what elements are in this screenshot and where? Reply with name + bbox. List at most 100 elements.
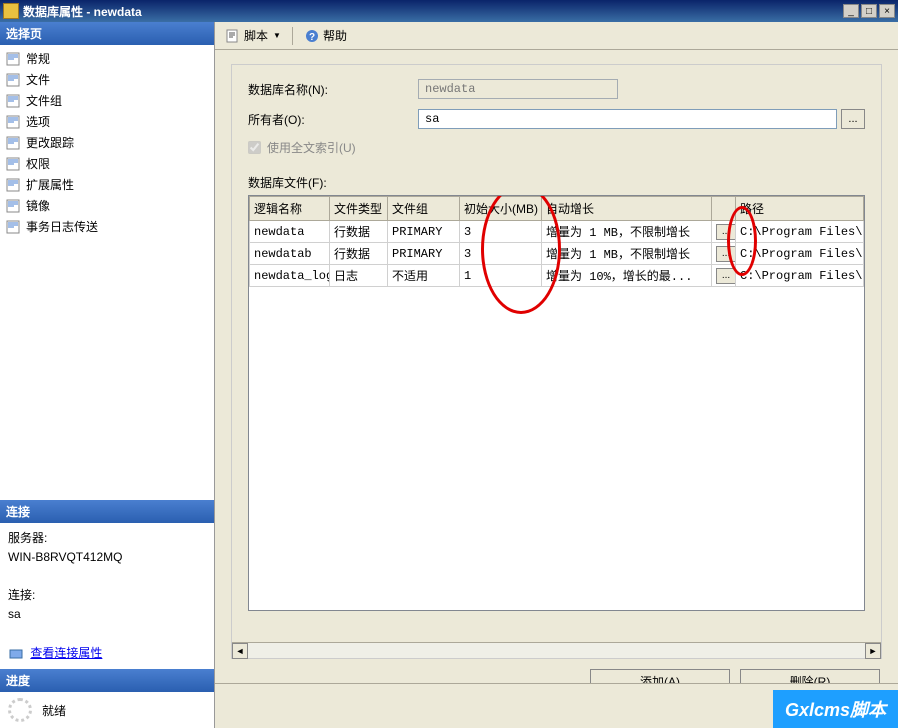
cell-name[interactable]: newdata bbox=[250, 221, 330, 243]
cell-path: C:\Program Files\Micr bbox=[736, 243, 864, 265]
progress-header: 进度 bbox=[0, 669, 214, 692]
nav-label: 文件 bbox=[26, 71, 50, 88]
col-autogrowth[interactable]: 自动增长 bbox=[542, 197, 712, 221]
nav-permissions[interactable]: 权限 bbox=[0, 153, 214, 174]
table-row[interactable]: newdatab 行数据 PRIMARY 3 增量为 1 MB，不限制增长 ..… bbox=[250, 243, 864, 265]
page-icon bbox=[6, 52, 22, 66]
window-title: 数据库属性 - newdata bbox=[23, 3, 843, 20]
fulltext-checkbox bbox=[248, 141, 261, 154]
right-panel: 脚本 ▼ ? 帮助 数据库名称(N): newdata 所有者(O): ... bbox=[215, 22, 898, 728]
cell-growth: 增量为 1 MB，不限制增长 bbox=[542, 221, 712, 243]
owner-row: 所有者(O): ... bbox=[248, 109, 865, 129]
nav-logshipping[interactable]: 事务日志传送 bbox=[0, 216, 214, 237]
main-area: 选择页 常规 文件 文件组 选项 更改跟踪 权限 扩展属性 镜像 事务日志传送 … bbox=[0, 22, 898, 728]
view-connection-props-link[interactable]: 查看连接属性 bbox=[30, 646, 102, 660]
scroll-left-button[interactable]: ◄ bbox=[232, 643, 248, 659]
conn-label: 连接: bbox=[8, 586, 206, 605]
scroll-right-button[interactable]: ► bbox=[865, 643, 881, 659]
horizontal-scrollbar[interactable]: ◄ ► bbox=[232, 642, 881, 658]
help-button[interactable]: ? 帮助 bbox=[300, 25, 351, 46]
nav-label: 常规 bbox=[26, 50, 50, 67]
page-icon bbox=[6, 220, 22, 234]
cell-growth: 增量为 10%，增长的最... bbox=[542, 265, 712, 287]
cell-name[interactable]: newdatab bbox=[250, 243, 330, 265]
titlebar: 数据库属性 - newdata _ □ × bbox=[0, 0, 898, 22]
cell-path: C:\Program Files\Micr bbox=[736, 221, 864, 243]
nav-label: 更改跟踪 bbox=[26, 134, 74, 151]
grid-header-row: 逻辑名称 文件类型 文件组 初始大小(MB) 自动增长 路径 bbox=[250, 197, 864, 221]
nav-label: 事务日志传送 bbox=[26, 218, 98, 235]
cell-name[interactable]: newdata_log bbox=[250, 265, 330, 287]
growth-edit-button[interactable]: ... bbox=[716, 268, 736, 284]
col-autogrowth-btn bbox=[712, 197, 736, 221]
fulltext-row: 使用全文索引(U) bbox=[248, 139, 865, 156]
left-panel: 选择页 常规 文件 文件组 选项 更改跟踪 权限 扩展属性 镜像 事务日志传送 … bbox=[0, 22, 215, 728]
watermark: Gxlcms脚本 bbox=[773, 690, 898, 728]
page-icon bbox=[6, 157, 22, 171]
scroll-track[interactable] bbox=[248, 643, 865, 658]
owner-browse-button[interactable]: ... bbox=[841, 109, 865, 129]
cell-path: C:\Program Files\Micr bbox=[736, 265, 864, 287]
nav-label: 文件组 bbox=[26, 92, 62, 109]
connection-section: 服务器: WIN-B8RVQT412MQ 连接: sa 查看连接属性 bbox=[0, 523, 214, 669]
script-label: 脚本 bbox=[244, 27, 268, 44]
fulltext-label: 使用全文索引(U) bbox=[267, 139, 356, 156]
server-value: WIN-B8RVQT412MQ bbox=[8, 548, 206, 567]
nav-label: 选项 bbox=[26, 113, 50, 130]
add-button[interactable]: 添加(A) bbox=[590, 669, 730, 683]
files-grid[interactable]: 逻辑名称 文件类型 文件组 初始大小(MB) 自动增长 路径 newdata bbox=[249, 196, 864, 287]
server-label: 服务器: bbox=[8, 529, 206, 548]
close-button[interactable]: × bbox=[879, 4, 895, 18]
owner-field[interactable] bbox=[418, 109, 837, 129]
table-row[interactable]: newdata_log 日志 不适用 1 增量为 10%，增长的最... ...… bbox=[250, 265, 864, 287]
cell-size[interactable]: 3 bbox=[460, 243, 542, 265]
progress-section: 就绪 bbox=[0, 692, 214, 728]
files-label: 数据库文件(F): bbox=[248, 174, 865, 191]
maximize-button[interactable]: □ bbox=[861, 4, 877, 18]
col-path[interactable]: 路径 bbox=[736, 197, 864, 221]
chevron-down-icon: ▼ bbox=[273, 31, 281, 40]
page-icon bbox=[6, 73, 22, 87]
cell-type: 行数据 bbox=[330, 221, 388, 243]
nav-extendedprops[interactable]: 扩展属性 bbox=[0, 174, 214, 195]
col-initsize[interactable]: 初始大小(MB) bbox=[460, 197, 542, 221]
dbname-row: 数据库名称(N): newdata bbox=[248, 79, 865, 99]
table-row[interactable]: newdata 行数据 PRIMARY 3 增量为 1 MB，不限制增长 ...… bbox=[250, 221, 864, 243]
window-buttons: _ □ × bbox=[843, 4, 895, 18]
cell-size[interactable]: 1 bbox=[460, 265, 542, 287]
connection-header: 连接 bbox=[0, 500, 214, 523]
files-grid-wrap: 逻辑名称 文件类型 文件组 初始大小(MB) 自动增长 路径 newdata bbox=[248, 195, 865, 611]
cell-group: PRIMARY bbox=[388, 243, 460, 265]
col-filegroup[interactable]: 文件组 bbox=[388, 197, 460, 221]
col-logicalname[interactable]: 逻辑名称 bbox=[250, 197, 330, 221]
content-area: 数据库名称(N): newdata 所有者(O): ... 使用全文索引(U) … bbox=[215, 50, 898, 683]
page-icon bbox=[6, 136, 22, 150]
progress-status: 就绪 bbox=[42, 702, 66, 719]
page-icon bbox=[6, 94, 22, 108]
svg-text:?: ? bbox=[309, 32, 315, 43]
help-icon: ? bbox=[304, 28, 320, 44]
nav-changetracking[interactable]: 更改跟踪 bbox=[0, 132, 214, 153]
nav-mirroring[interactable]: 镜像 bbox=[0, 195, 214, 216]
nav-general[interactable]: 常规 bbox=[0, 48, 214, 69]
script-icon bbox=[225, 28, 241, 44]
growth-edit-button[interactable]: ... bbox=[716, 224, 736, 240]
nav-list: 常规 文件 文件组 选项 更改跟踪 权限 扩展属性 镜像 事务日志传送 bbox=[0, 45, 214, 500]
toolbar: 脚本 ▼ ? 帮助 bbox=[215, 22, 898, 50]
nav-files[interactable]: 文件 bbox=[0, 69, 214, 90]
script-button[interactable]: 脚本 ▼ bbox=[221, 25, 285, 46]
minimize-button[interactable]: _ bbox=[843, 4, 859, 18]
nav-filegroups[interactable]: 文件组 bbox=[0, 90, 214, 111]
growth-edit-button[interactable]: ... bbox=[716, 246, 736, 262]
remove-button[interactable]: 删除(R) bbox=[740, 669, 880, 683]
cell-type: 行数据 bbox=[330, 243, 388, 265]
dbname-label: 数据库名称(N): bbox=[248, 81, 418, 98]
owner-label: 所有者(O): bbox=[248, 111, 418, 128]
cell-growth: 增量为 1 MB，不限制增长 bbox=[542, 243, 712, 265]
cell-size[interactable]: 3 bbox=[460, 221, 542, 243]
conn-value: sa bbox=[8, 605, 206, 624]
page-icon bbox=[6, 178, 22, 192]
nav-options[interactable]: 选项 bbox=[0, 111, 214, 132]
col-filetype[interactable]: 文件类型 bbox=[330, 197, 388, 221]
spinner-icon bbox=[8, 698, 32, 722]
